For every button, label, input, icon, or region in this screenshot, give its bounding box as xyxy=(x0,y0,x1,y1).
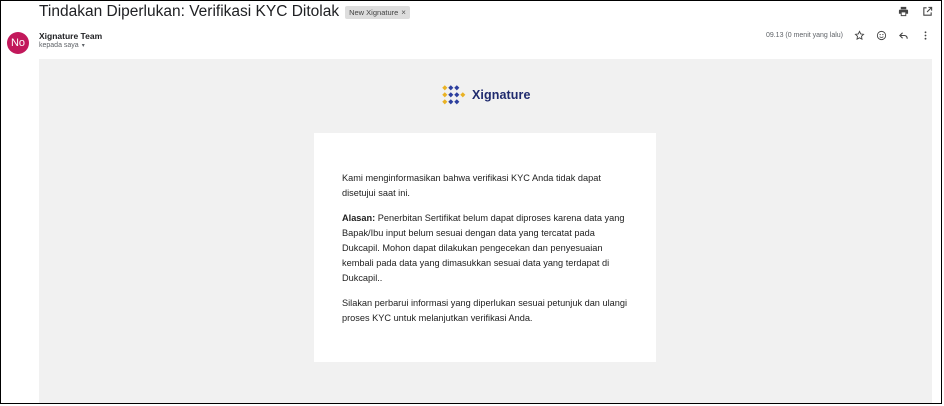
avatar[interactable]: No xyxy=(7,32,29,54)
more-vert-icon[interactable] xyxy=(919,29,931,41)
paragraph-reason: Alasan: Penerbitan Sertifikat belum dapa… xyxy=(342,211,630,286)
xignature-logo-icon xyxy=(441,84,467,106)
subject-row: Tindakan Diperlukan: Verifikasi KYC Dito… xyxy=(39,3,931,21)
timestamp: 09.13 (0 menit yang lalu) xyxy=(765,31,843,39)
email-body: Xignature Kami menginformasikan bahwa ve… xyxy=(39,59,932,403)
emoji-icon[interactable] xyxy=(875,29,887,41)
message-actions: 09.13 (0 menit yang lalu) xyxy=(766,29,931,41)
email-subject: Tindakan Diperlukan: Verifikasi KYC Dito… xyxy=(39,3,340,20)
brand-logo: Xignature xyxy=(441,83,531,107)
brand-name: Xignature xyxy=(472,88,531,102)
reason-text: Penerbitan Sertifikat belum dapat dipros… xyxy=(342,213,625,283)
recipient-text: kepada saya xyxy=(39,42,79,49)
label-chip[interactable]: New Xignature × xyxy=(345,5,410,19)
paragraph-intro: Kami menginformasikan bahwa verifikasi K… xyxy=(342,173,601,198)
recipient-details[interactable]: kepada saya ▾ xyxy=(39,42,85,49)
avatar-initials: No xyxy=(10,37,26,49)
label-chip-text: New Xignature xyxy=(349,7,399,17)
print-icon[interactable] xyxy=(897,5,909,17)
paragraph-instruction: Silakan perbarui informasi yang diperluk… xyxy=(342,298,627,323)
top-actions xyxy=(897,5,933,17)
label-chip-close-icon[interactable]: × xyxy=(401,8,406,17)
reason-label: Alasan: xyxy=(342,213,376,223)
message-card: Kami menginformasikan bahwa verifikasi K… xyxy=(314,133,656,362)
star-icon[interactable] xyxy=(853,29,865,41)
sender-name[interactable]: Xignature Team xyxy=(39,31,102,41)
open-in-new-icon[interactable] xyxy=(921,5,933,17)
message-content: Kami menginformasikan bahwa verifikasi K… xyxy=(342,171,630,336)
chevron-down-icon[interactable]: ▾ xyxy=(82,42,85,49)
email-view: Tindakan Diperlukan: Verifikasi KYC Dito… xyxy=(0,0,942,404)
reply-icon[interactable] xyxy=(897,29,909,41)
